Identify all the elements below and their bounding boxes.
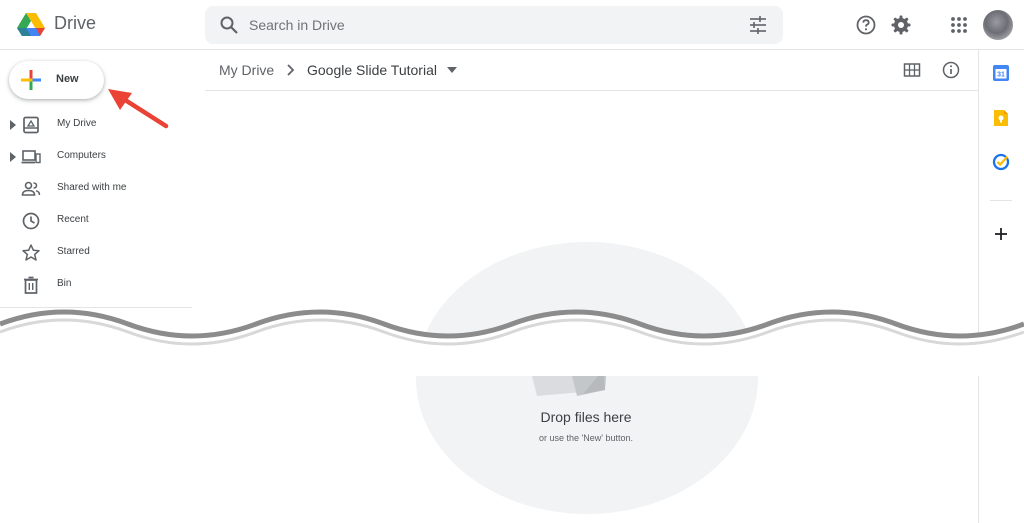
sidebar-item-shared-with-me[interactable]: Shared with me — [0, 174, 192, 204]
dropdown-arrow-icon[interactable] — [447, 66, 457, 74]
sidebar-item-bin[interactable]: Bin — [0, 270, 192, 300]
sidebar-item-label: Starred — [57, 246, 90, 257]
tasks-icon[interactable] — [992, 153, 1010, 171]
help-icon[interactable] — [855, 14, 877, 36]
top-bar: Drive — [0, 0, 1024, 50]
info-icon[interactable] — [942, 61, 960, 79]
gear-icon[interactable] — [890, 14, 912, 36]
main-header-divider — [205, 90, 978, 91]
shared-icon — [21, 181, 41, 196]
sidebar-item-label: Computers — [57, 150, 106, 161]
trash-icon — [24, 276, 38, 294]
search-bar[interactable] — [205, 6, 783, 44]
calendar-icon[interactable]: 31 — [992, 64, 1010, 82]
my-drive-icon — [23, 116, 39, 134]
apps-grid-icon[interactable] — [948, 14, 970, 36]
expand-caret-icon[interactable] — [10, 152, 16, 162]
calendar-day: 31 — [997, 72, 1005, 79]
google-drive-logo[interactable] — [16, 10, 46, 40]
sidebar-item-label: Bin — [57, 278, 72, 289]
new-button-label: New — [56, 73, 79, 85]
breadcrumb-root[interactable]: My Drive — [219, 62, 274, 78]
avatar[interactable] — [983, 10, 1013, 40]
star-icon — [22, 244, 40, 261]
search-icon[interactable] — [219, 15, 239, 35]
tune-icon[interactable] — [748, 15, 768, 35]
computers-icon — [21, 150, 41, 164]
empty-state-title: Drop files here — [540, 409, 632, 425]
keep-icon[interactable] — [992, 109, 1010, 127]
add-icon[interactable] — [992, 225, 1010, 243]
rail-divider — [990, 200, 1012, 201]
sidebar-item-label: Shared with me — [57, 182, 127, 193]
chevron-right-icon — [287, 64, 295, 76]
sidebar-item-computers[interactable]: Computers — [0, 142, 192, 172]
breadcrumb-current[interactable]: Google Slide Tutorial — [307, 62, 437, 78]
sidebar-item-my-drive[interactable]: My Drive — [0, 110, 192, 140]
grid-view-icon[interactable] — [903, 61, 921, 79]
sidebar-item-starred[interactable]: Starred — [0, 238, 192, 268]
empty-state-subtitle: or use the 'New' button. — [539, 433, 633, 443]
sidebar-item-label: My Drive — [57, 118, 97, 129]
sidebar-item-recent[interactable]: Recent — [0, 206, 192, 236]
expand-caret-icon[interactable] — [10, 120, 16, 130]
page-break-wave — [0, 309, 1024, 376]
sidebar-item-label: Recent — [57, 214, 89, 225]
new-button[interactable]: New — [9, 61, 104, 99]
app-name[interactable]: Drive — [54, 13, 96, 34]
clock-icon — [22, 212, 40, 230]
search-input[interactable] — [249, 14, 729, 36]
plus-icon — [21, 70, 41, 90]
